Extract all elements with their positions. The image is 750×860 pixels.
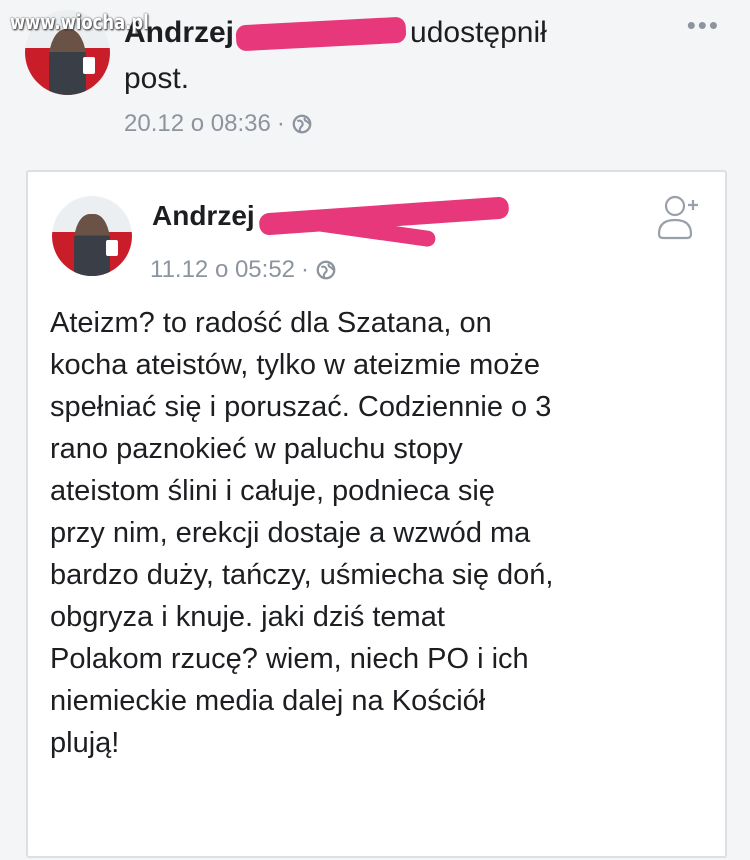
share-header: Andrzej udostępnił post. <box>124 10 644 102</box>
watermark: www.wiocha.pl <box>10 10 149 34</box>
share-timestamp[interactable]: 20.12 o 08:36 <box>124 110 271 138</box>
post-timestamp[interactable]: 11.12 o 05:52 <box>150 256 295 284</box>
author-name[interactable]: Andrzej <box>152 200 255 232</box>
avatar-emblem <box>82 56 95 74</box>
meta-separator: · <box>276 110 285 137</box>
more-options-icon[interactable]: ••• <box>687 10 720 41</box>
add-friend-icon[interactable] <box>653 192 705 244</box>
share-action: udostępnił <box>410 16 547 49</box>
avatar-figure <box>74 213 110 276</box>
shared-post-card[interactable]: Andrzej 11.12 o 05:52 · Ateizm? to radoś… <box>26 170 727 858</box>
share-action-suffix: post. <box>124 62 190 95</box>
author-avatar[interactable] <box>52 196 132 276</box>
post-meta: 11.12 o 05:52 · <box>150 256 337 284</box>
post-text: Ateizm? to radość dla Szatana, on kocha … <box>50 307 554 759</box>
meta-separator: · <box>301 256 310 283</box>
globe-icon <box>316 260 336 280</box>
globe-icon <box>292 114 312 134</box>
share-meta: 20.12 o 08:36 · <box>124 110 313 138</box>
redaction-mark <box>235 16 407 52</box>
avatar-emblem <box>106 240 118 256</box>
avatar-figure <box>48 28 87 95</box>
